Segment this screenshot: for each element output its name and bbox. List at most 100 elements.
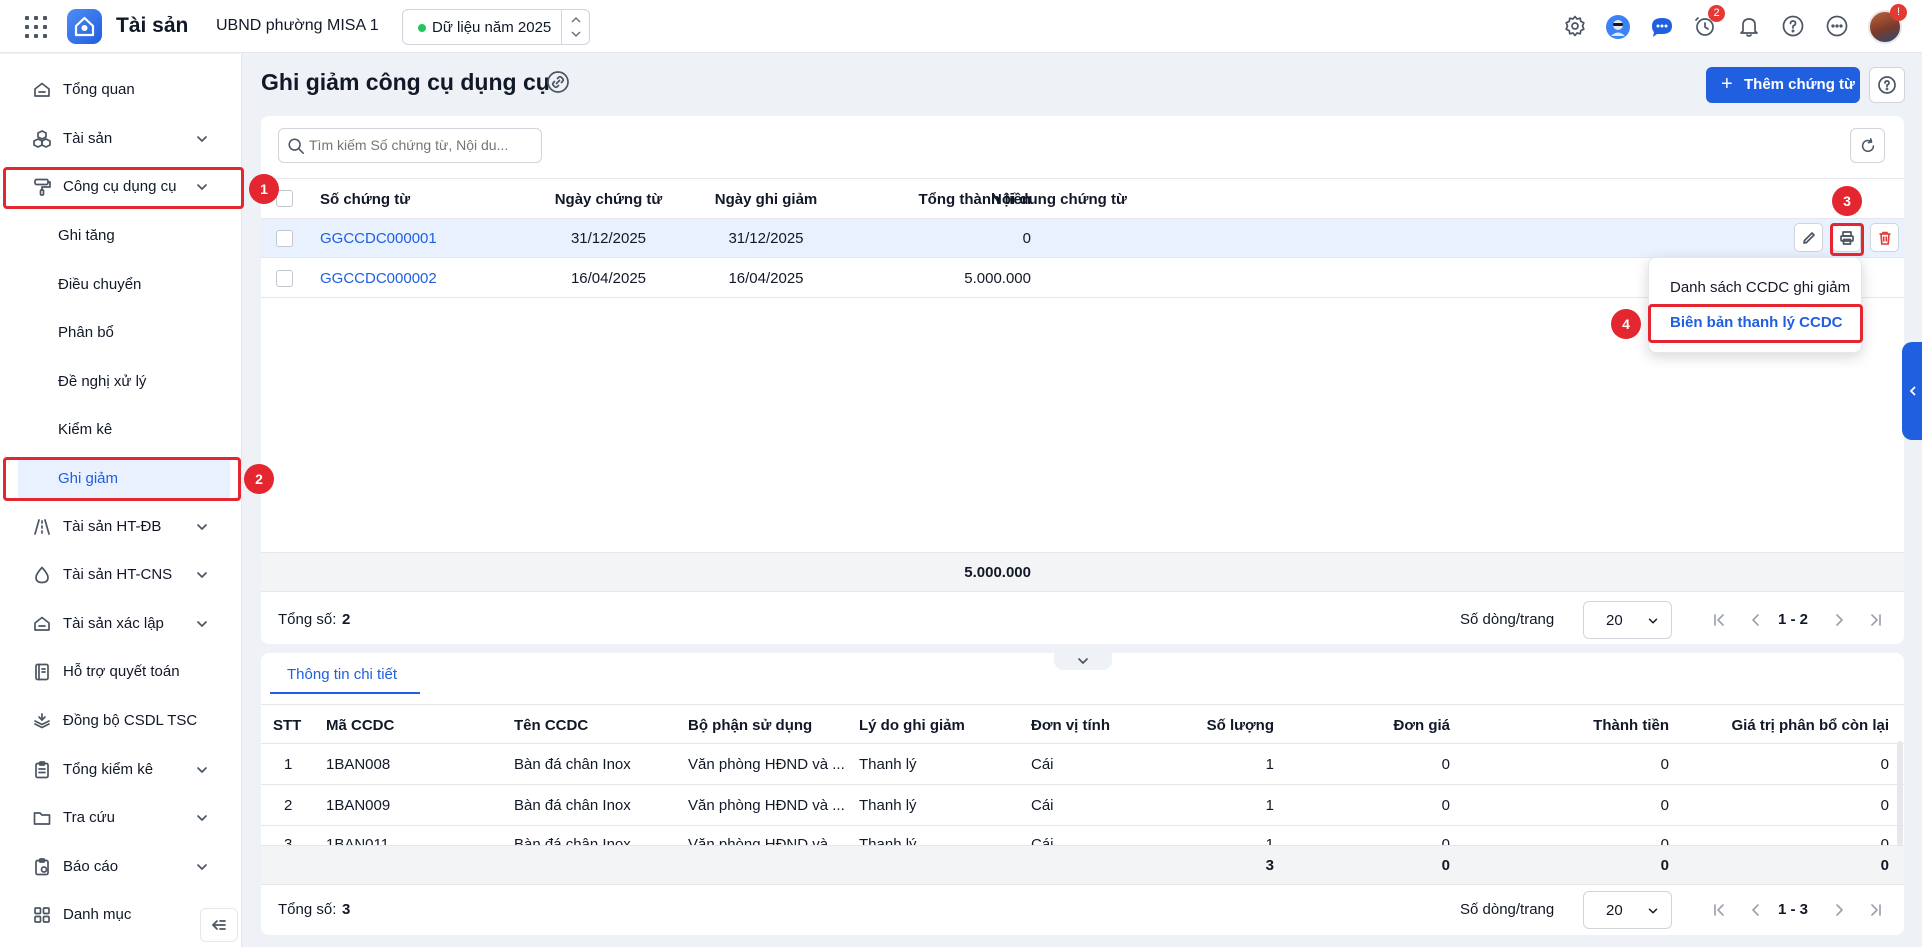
column-header[interactable]: Ngày chứng từ	[521, 191, 696, 208]
help-icon[interactable]	[1781, 14, 1807, 40]
annotation-step-4: 4	[1611, 309, 1641, 339]
delete-button[interactable]	[1870, 223, 1899, 252]
quantity: 1	[1265, 756, 1274, 773]
next-page-icon[interactable]	[1830, 611, 1848, 629]
page-range: 1 - 3	[1778, 901, 1809, 918]
add-voucher-button[interactable]: + Thêm chứng từ	[1706, 67, 1860, 103]
column-header[interactable]: Tên CCDC	[514, 717, 588, 734]
sidebar-subitem-proposal[interactable]: Đề nghị xử lý	[0, 360, 242, 404]
print-menu-item-list[interactable]: Danh sách CCDC ghi giảm	[1670, 279, 1850, 296]
sidebar-item-sync[interactable]: Đồng bộ CSDL TSC	[0, 699, 242, 743]
bell-icon[interactable]	[1737, 14, 1763, 40]
column-header[interactable]: Đơn giá	[1261, 717, 1451, 734]
table-row[interactable]: 3 1BAN011 Bàn đá chân Inox Văn phòng HĐN…	[261, 826, 1904, 845]
last-page-icon[interactable]	[1867, 611, 1885, 629]
tool-name: Bàn đá chân Inox	[514, 756, 631, 773]
chat-icon[interactable]	[1649, 14, 1675, 40]
highlight-tools-menu	[3, 167, 244, 209]
collapse-sidebar-button[interactable]	[200, 908, 238, 942]
page-range: 1 - 2	[1778, 611, 1809, 628]
next-page-icon[interactable]	[1830, 901, 1848, 919]
sidebar-item-settlement[interactable]: Hỗ trợ quyết toán	[0, 650, 242, 694]
sidebar-item-total-inventory[interactable]: Tổng kiểm kê	[0, 748, 242, 792]
remaining-value: 0	[1880, 797, 1889, 814]
prev-page-icon[interactable]	[1747, 611, 1765, 629]
sidebar-subitem-inventory[interactable]: Kiểm kê	[0, 408, 242, 452]
edit-button[interactable]	[1794, 223, 1823, 252]
side-panel-tab[interactable]	[1902, 342, 1922, 440]
sidebar-subitem-transfer[interactable]: Điều chuyển	[0, 263, 242, 307]
sidebar-item-lookup[interactable]: Tra cứu	[0, 796, 242, 840]
table-row[interactable]: 2 1BAN009 Bàn đá chân Inox Văn phòng HĐN…	[261, 785, 1904, 826]
status-dot	[418, 24, 426, 32]
column-header[interactable]: Số lượng	[1121, 717, 1274, 734]
sidebar-item-established[interactable]: Tài sản xác lập	[0, 602, 242, 646]
column-header[interactable]: Thành tiền	[1461, 717, 1669, 734]
sidebar-item-infrastructure[interactable]: Tài sản HT-ĐB	[0, 505, 242, 549]
sidebar-item-water[interactable]: Tài sản HT-CNS	[0, 553, 242, 597]
home-icon	[34, 82, 50, 97]
top-bar: Tài sản UBND phường MISA 1 Dữ liệu năm 2…	[0, 0, 1922, 53]
column-header[interactable]: Đơn vị tính	[1031, 717, 1110, 734]
search-icon	[288, 138, 304, 154]
tool-name: Bàn đá chân Inox	[514, 836, 631, 845]
detail-summary-row: 3 0 0 0	[261, 845, 1904, 885]
column-header[interactable]: Ngày ghi giảm	[681, 191, 851, 208]
app-name: Tài sản	[116, 14, 189, 37]
amount: 0	[1660, 797, 1669, 814]
search-box[interactable]	[278, 128, 542, 163]
pencil-icon	[1803, 232, 1815, 244]
timer-icon[interactable]: 2	[1693, 5, 1725, 40]
row-checkbox[interactable]	[276, 270, 293, 287]
tool-code: 1BAN011	[326, 836, 390, 845]
panel-toggle[interactable]	[1054, 651, 1112, 670]
page-size-select[interactable]: 20	[1583, 601, 1672, 639]
user-avatar[interactable]: !	[1868, 4, 1907, 44]
page-size-select[interactable]: 20	[1583, 891, 1672, 929]
sidebar-subitem-allocate[interactable]: Phân bổ	[0, 311, 242, 355]
sidebar-item-assets[interactable]: Tài sản	[0, 117, 242, 161]
sidebar-item-overview[interactable]: Tổng quan	[0, 68, 242, 112]
column-header[interactable]: STT	[273, 717, 301, 734]
more-icon[interactable]	[1825, 14, 1851, 40]
year-selector[interactable]: Dữ liệu năm 2025	[402, 9, 590, 45]
page-help-button[interactable]	[1869, 67, 1905, 103]
table-row[interactable]: 1 1BAN008 Bàn đá chân Inox Văn phòng HĐN…	[261, 744, 1904, 785]
app-grid-icon[interactable]	[25, 16, 47, 38]
column-header[interactable]: Lý do ghi giảm	[859, 717, 965, 734]
voucher-date: 16/04/2025	[570, 270, 647, 287]
highlight-print-button	[1830, 223, 1864, 256]
voucher-code-link[interactable]: GGCCDC000002	[320, 270, 437, 287]
assistant-avatar-icon[interactable]	[1605, 14, 1631, 40]
voucher-pager: Tổng số: 2 Số dòng/trang 20 1 - 2	[261, 600, 1904, 640]
chevron-down-icon	[1648, 908, 1658, 914]
refresh-button[interactable]	[1850, 128, 1885, 163]
row-checkbox[interactable]	[276, 230, 293, 247]
help-icon	[1878, 76, 1896, 94]
tab-detail[interactable]: Thông tin chi tiết	[287, 666, 397, 683]
sum-price: 0	[1441, 857, 1450, 874]
column-header[interactable]: Nội dung chứng từ	[991, 191, 1127, 208]
link-icon[interactable]	[546, 70, 570, 94]
search-input[interactable]	[309, 137, 534, 153]
sidebar-subitem-label: Ghi tăng	[58, 227, 115, 244]
table-row[interactable]: GGCCDC000001 31/12/2025 31/12/2025 0	[261, 219, 1904, 258]
prev-page-icon[interactable]	[1747, 901, 1765, 919]
sidebar-subitem-label: Phân bổ	[58, 324, 114, 341]
sidebar-item-reports[interactable]: Báo cáo	[0, 845, 242, 889]
folder-icon	[33, 812, 51, 825]
chevron-down-icon	[197, 524, 207, 530]
column-header[interactable]: Số chứng từ	[320, 191, 410, 208]
column-header[interactable]: Mã CCDC	[326, 717, 394, 734]
detail-scrollbar[interactable]	[1897, 741, 1903, 846]
voucher-code-link[interactable]: GGCCDC000001	[320, 230, 437, 247]
column-header[interactable]: Bộ phận sử dụng	[688, 717, 812, 734]
sum-total: 5.000.000	[964, 564, 1031, 581]
last-page-icon[interactable]	[1867, 901, 1885, 919]
settings-icon[interactable]	[1563, 14, 1589, 40]
column-header[interactable]: Giá trị phân bổ còn lại	[1681, 717, 1889, 734]
first-page-icon[interactable]	[1710, 611, 1728, 629]
sidebar-subitem-increase[interactable]: Ghi tăng	[0, 214, 242, 258]
year-spinner[interactable]	[561, 10, 589, 44]
first-page-icon[interactable]	[1710, 901, 1728, 919]
